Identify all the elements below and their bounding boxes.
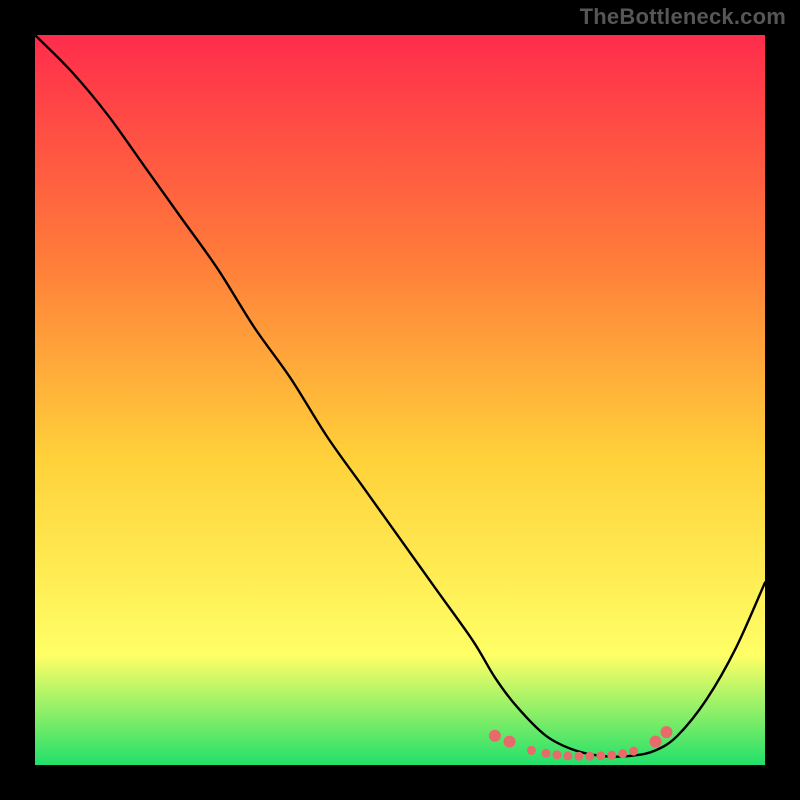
highlight-dot (527, 746, 536, 755)
highlight-dot (542, 749, 551, 758)
highlight-dot (563, 751, 572, 760)
watermark-text: TheBottleneck.com (580, 4, 786, 30)
gradient-background (35, 35, 765, 765)
highlight-dot (585, 752, 594, 761)
highlight-dot (596, 751, 605, 760)
highlight-dot (618, 749, 627, 758)
highlight-dot (607, 751, 616, 760)
highlight-dot (489, 730, 501, 742)
highlight-dot (574, 752, 583, 761)
highlight-dot (650, 736, 662, 748)
plot-area (35, 35, 765, 765)
highlight-dot (629, 747, 638, 756)
chart-svg (35, 35, 765, 765)
highlight-dot (552, 750, 561, 759)
highlight-dot (660, 726, 672, 738)
chart-frame: TheBottleneck.com (0, 0, 800, 800)
highlight-dot (504, 736, 516, 748)
